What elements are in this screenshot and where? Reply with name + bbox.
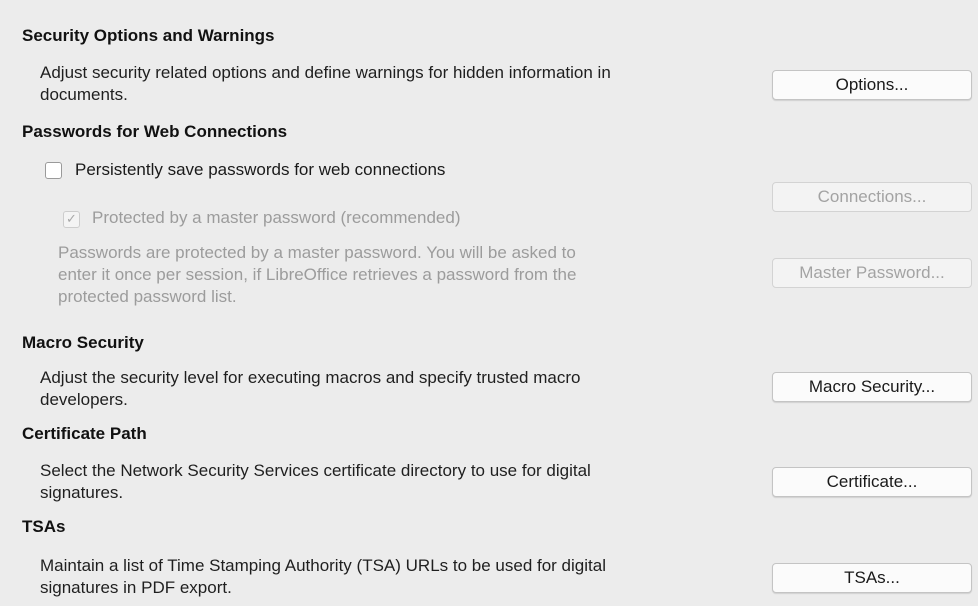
security-options-desc-line2: documents. xyxy=(40,85,128,104)
macro-security-heading: Macro Security xyxy=(22,333,144,352)
master-password-desc-line2: enter it once per session, if LibreOffic… xyxy=(58,265,577,284)
security-options-panel: Security Options and Warnings Adjust sec… xyxy=(0,0,978,606)
macro-security-button[interactable]: Macro Security... xyxy=(772,372,972,402)
security-options-desc-line1: Adjust security related options and defi… xyxy=(40,63,611,82)
tsas-description: Maintain a list of Time Stamping Authori… xyxy=(40,555,750,599)
certificate-path-heading: Certificate Path xyxy=(22,424,147,443)
macro-security-desc-line1: Adjust the security level for executing … xyxy=(40,368,581,387)
options-button[interactable]: Options... xyxy=(772,70,972,100)
master-password-checkbox[interactable]: ✓ xyxy=(63,211,80,228)
macro-security-desc-line2: developers. xyxy=(40,390,128,409)
checkmark-icon: ✓ xyxy=(66,211,77,226)
connections-button[interactable]: Connections... xyxy=(772,182,972,212)
master-password-description: Passwords are protected by a master pass… xyxy=(58,242,758,308)
persist-passwords-label: Persistently save passwords for web conn… xyxy=(75,160,446,179)
master-password-desc-line1: Passwords are protected by a master pass… xyxy=(58,243,576,262)
tsas-heading: TSAs xyxy=(22,517,66,536)
certificate-path-desc-line1: Select the Network Security Services cer… xyxy=(40,461,591,480)
tsas-button[interactable]: TSAs... xyxy=(772,563,972,593)
security-options-description: Adjust security related options and defi… xyxy=(40,62,750,106)
tsas-desc-line2: signatures in PDF export. xyxy=(40,578,232,597)
master-password-desc-line3: protected password list. xyxy=(58,287,237,306)
passwords-heading: Passwords for Web Connections xyxy=(22,122,288,141)
certificate-path-desc-line2: signatures. xyxy=(40,483,124,502)
certificate-path-description: Select the Network Security Services cer… xyxy=(40,460,750,504)
security-options-heading: Security Options and Warnings xyxy=(22,26,275,45)
certificate-button[interactable]: Certificate... xyxy=(772,467,972,497)
tsas-desc-line1: Maintain a list of Time Stamping Authori… xyxy=(40,556,606,575)
macro-security-description: Adjust the security level for executing … xyxy=(40,367,750,411)
master-password-button[interactable]: Master Password... xyxy=(772,258,972,288)
persist-passwords-checkbox[interactable] xyxy=(45,162,62,179)
master-password-label: Protected by a master password (recommen… xyxy=(92,208,461,227)
